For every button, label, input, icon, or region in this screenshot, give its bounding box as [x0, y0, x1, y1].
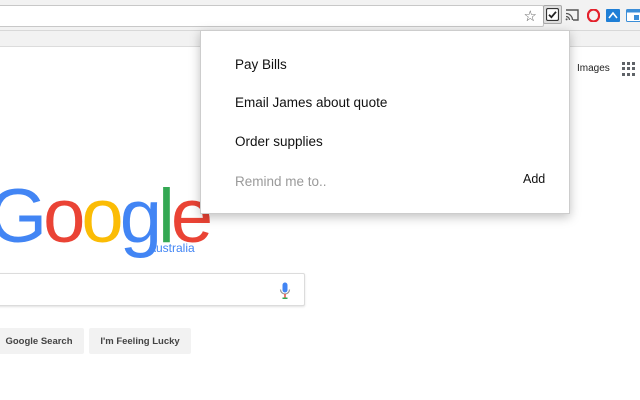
reminder-item[interactable]: Email James about quote — [235, 95, 387, 110]
tab-save-icon[interactable] — [605, 7, 621, 23]
bookmark-star-icon[interactable]: ☆ — [524, 8, 537, 24]
google-search-input[interactable] — [0, 273, 305, 306]
window-icon[interactable] — [625, 7, 640, 23]
browser-toolbar: ☆ — [0, 0, 640, 31]
reminder-check-icon[interactable] — [543, 5, 562, 24]
logo-letter: o — [81, 174, 123, 259]
cast-icon[interactable] — [564, 7, 580, 23]
browser-window: ☆ Images Google Australia Google Search … — [0, 0, 640, 400]
reminder-item[interactable]: Order supplies — [235, 134, 323, 149]
google-search-button[interactable]: Google Search — [0, 328, 84, 354]
feeling-lucky-button[interactable]: I'm Feeling Lucky — [89, 328, 191, 354]
logo-letter: o — [43, 174, 85, 259]
reminder-input[interactable] — [235, 171, 515, 191]
images-link[interactable]: Images — [577, 63, 610, 74]
logo-letter: G — [0, 174, 47, 259]
address-bar[interactable]: ☆ — [0, 5, 544, 27]
reminder-popup: Pay Bills Email James about quote Order … — [200, 30, 570, 214]
apps-grid-icon[interactable] — [622, 62, 636, 76]
microphone-icon[interactable] — [279, 282, 291, 300]
opera-icon[interactable] — [585, 7, 601, 23]
add-button[interactable]: Add — [523, 172, 545, 186]
reminder-item[interactable]: Pay Bills — [235, 57, 287, 72]
region-label: Australia — [148, 241, 195, 255]
